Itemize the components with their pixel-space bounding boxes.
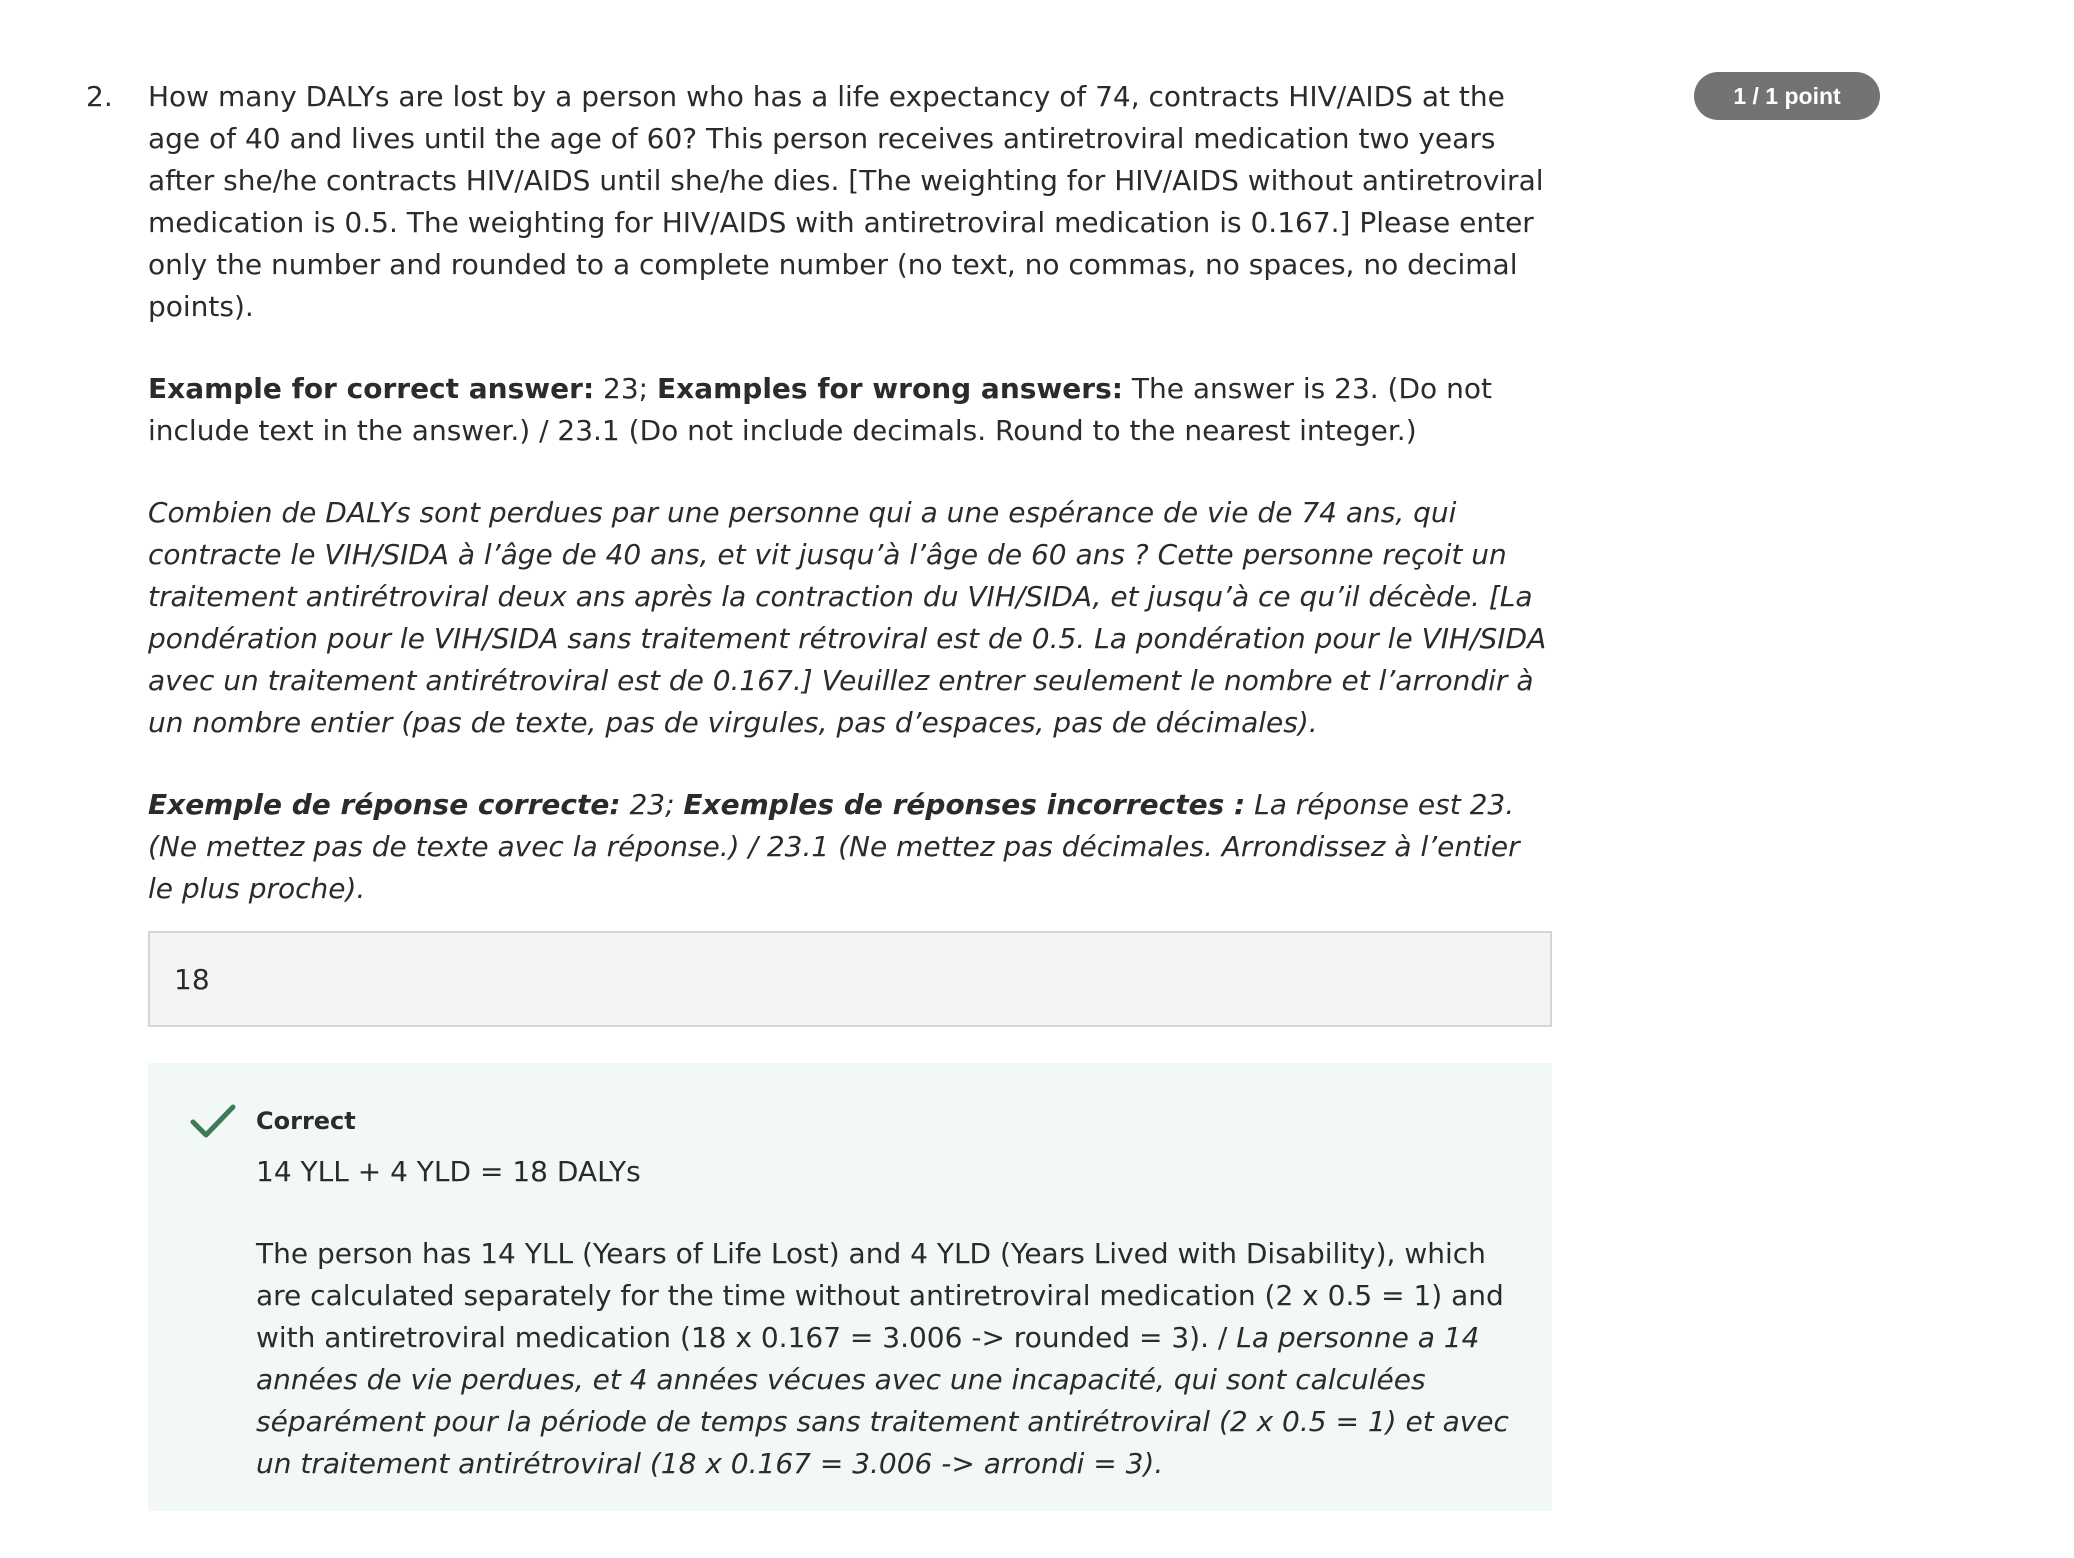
wrong-example-label: Examples for wrong answers: bbox=[657, 372, 1123, 405]
feedback-body: 14 YLL + 4 YLD = 18 DALYs The person has… bbox=[256, 1151, 1526, 1485]
answer-field[interactable] bbox=[148, 931, 1552, 1027]
score-badge: 1 / 1 point bbox=[1694, 72, 1880, 120]
question-text-fr: Combien de DALYs sont perdues par une pe… bbox=[148, 496, 1547, 739]
feedback-explanation: The person has 14 YLL (Years of Life Los… bbox=[256, 1233, 1526, 1485]
answer-input[interactable] bbox=[150, 933, 1550, 1025]
question-prompt: How many DALYs are lost by a person who … bbox=[148, 76, 1548, 910]
feedback-summary: 14 YLL + 4 YLD = 18 DALYs bbox=[256, 1155, 641, 1188]
answer-format-example-fr: Exemple de réponse correcte: 23; Exemple… bbox=[148, 784, 1548, 910]
check-icon bbox=[190, 1104, 236, 1138]
correct-example-label-fr: Exemple de réponse correcte: bbox=[148, 788, 621, 821]
correct-example-value-fr: 23; bbox=[620, 788, 684, 821]
question-text-en: How many DALYs are lost by a person who … bbox=[148, 80, 1544, 323]
answer-format-example-en: Example for correct answer: 23; Examples… bbox=[148, 368, 1548, 452]
feedback-panel: Correct 14 YLL + 4 YLD = 18 DALYs The pe… bbox=[148, 1063, 1552, 1511]
question-number: 2. bbox=[86, 80, 113, 113]
correct-example-value: 23; bbox=[594, 372, 658, 405]
feedback-status: Correct bbox=[256, 1107, 356, 1135]
correct-example-label: Example for correct answer: bbox=[148, 372, 595, 405]
wrong-example-label-fr: Exemples de réponses incorrectes : bbox=[683, 788, 1246, 821]
